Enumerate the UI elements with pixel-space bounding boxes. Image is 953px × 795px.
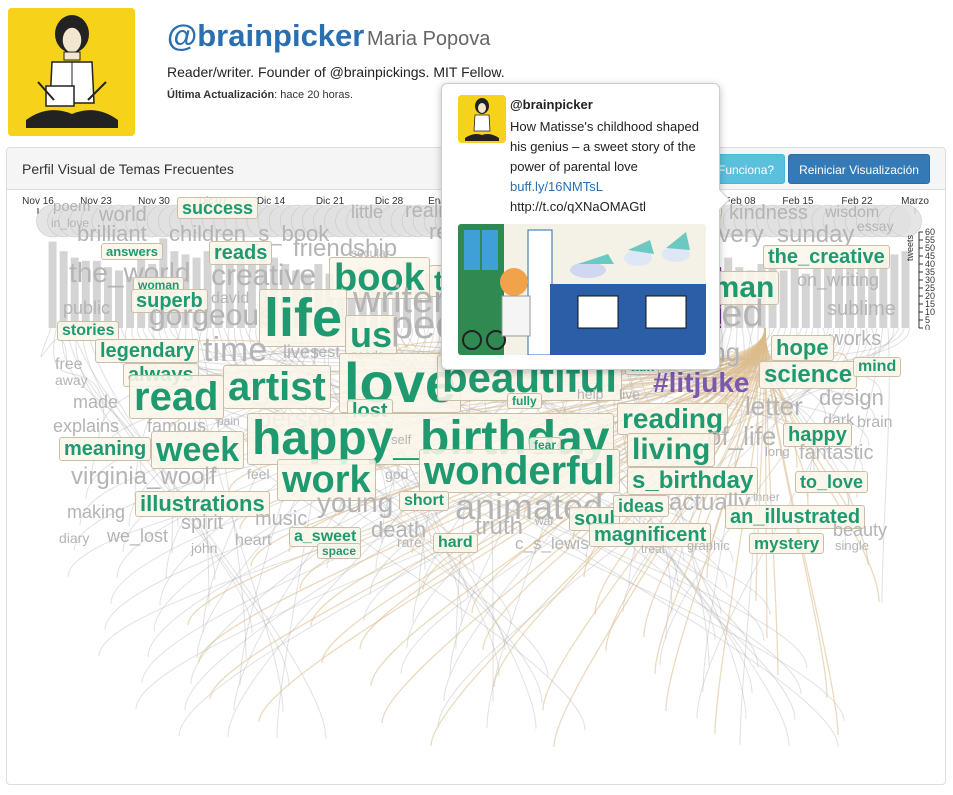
topic-word[interactable]: help [577,387,603,401]
timeline-bar [901,251,910,328]
topic-word[interactable]: diary [59,531,89,545]
last-updated-label: Última Actualización [167,89,275,101]
topic-word[interactable]: sublime [827,299,896,319]
topic-word[interactable]: john [191,541,217,555]
topic-word[interactable]: gorgeous [149,301,274,331]
topic-word[interactable]: feel [247,467,270,481]
topic-word[interactable]: meaning [59,437,152,461]
topic-word[interactable]: brain [857,415,893,431]
topic-word[interactable]: spirit [181,513,223,533]
topic-word[interactable]: away [55,373,88,387]
topic-word[interactable]: beauty [833,521,887,539]
topic-word[interactable]: graphic [687,539,730,552]
topic-word[interactable]: fantastic [799,443,873,463]
topic-word[interactable]: rare [397,535,422,549]
topic-word[interactable]: self [391,433,411,446]
topic-word[interactable]: essay [857,219,894,233]
topic-word[interactable]: space [317,543,362,559]
topic-word[interactable]: letter [745,393,803,419]
tooltip-avatar [458,95,506,143]
tooltip-tweet-body: How Matisse's childhood shaped his geniu… [510,119,699,174]
profile-name: Maria Popova [367,28,491,50]
topic-word[interactable]: every_sunday [705,223,854,247]
topic-word[interactable]: live [619,387,640,401]
topic-word[interactable]: public [63,299,110,317]
topic-word[interactable]: inner [753,491,780,503]
topic-word[interactable]: on_writing [797,271,879,289]
tooltip-username[interactable]: @brainpicker [510,97,593,112]
topic-word[interactable]: mystery [749,533,825,554]
topic-word[interactable]: made [73,393,118,411]
topic-word[interactable]: free [55,357,83,373]
topic-word[interactable]: time [203,333,267,367]
topic-word[interactable]: kindness [729,203,808,223]
topic-word[interactable]: long [765,445,790,458]
profile-avatar [8,8,135,136]
topic-word[interactable]: works [829,329,881,349]
topic-word[interactable]: brilliant [77,223,147,245]
topic-word[interactable]: explains [53,417,119,435]
topic-word[interactable]: music [255,509,307,529]
topic-word[interactable]: little [351,203,383,221]
timeline-bubble [889,204,922,238]
profile-bio: Reader/writer. Founder of @brainpickings… [167,64,505,80]
topic-word[interactable]: design [819,387,884,409]
topic-word[interactable]: fully [507,393,542,409]
topic-word[interactable]: c_s_lewis [515,535,589,552]
topic-word[interactable]: short [399,491,449,511]
topic-word[interactable]: ideas [613,495,670,517]
profile-handle[interactable]: @brainpicker [167,18,364,54]
topic-word[interactable]: treat [641,543,665,555]
topic-word[interactable]: young [317,489,393,517]
topic-word-cloud: poemin_loveworldsuccesslittlerealityslee… [7,197,945,784]
tooltip-tco-url[interactable]: http://t.co/qXNaOMAGtl [510,199,646,214]
topic-word[interactable]: pain [217,415,240,427]
tweet-illustration-image[interactable] [458,224,706,355]
topic-word[interactable]: hope [771,335,834,361]
panel-title: Perfil Visual de Temas Frecuentes [22,161,234,177]
topic-word[interactable]: life [259,289,348,347]
topic-word[interactable]: making [67,503,125,521]
last-updated: Última Actualización: hace 20 horas. [167,89,353,101]
tooltip-short-link[interactable]: buff.ly/16NMTsL [510,179,603,194]
topic-word[interactable]: virginia_woolf [71,465,216,489]
topic-word[interactable]: creative [211,261,316,291]
timeline-bar [48,241,57,328]
topic-word[interactable]: #litjuke [653,369,749,397]
topic-word[interactable]: poem [53,199,91,214]
tooltip-tweet-text: How Matisse's childhood shaped his geniu… [510,117,710,217]
topic-word[interactable]: hard [433,533,478,553]
topic-word[interactable]: we_lost [107,527,168,545]
y-axis-label: tweets [905,234,915,261]
topic-word[interactable]: mind [853,357,902,377]
topic-word[interactable]: living [627,433,716,467]
reset-visualization-button[interactable]: Reiniciar Visualización [788,154,930,184]
tweet-tooltip: @brainpicker How Matisse's childhood sha… [441,83,720,370]
topic-word[interactable]: read [129,375,224,419]
topic-word[interactable]: war [535,515,554,527]
topic-word[interactable]: god [385,467,408,481]
topic-word[interactable]: stories [57,321,120,341]
topic-word[interactable]: success [177,197,259,219]
topic-word[interactable]: single [835,539,869,552]
timeline-bar [779,270,788,328]
last-updated-value: : hace 20 horas. [274,89,354,101]
topic-word[interactable]: the_creative [763,245,890,269]
topic-word[interactable]: heart [235,533,271,549]
topic-word[interactable]: rest [313,345,340,361]
topic-word[interactable]: legendary [95,339,200,363]
topic-word[interactable]: to_love [795,471,869,493]
y-tick-label: 60 [925,227,935,237]
